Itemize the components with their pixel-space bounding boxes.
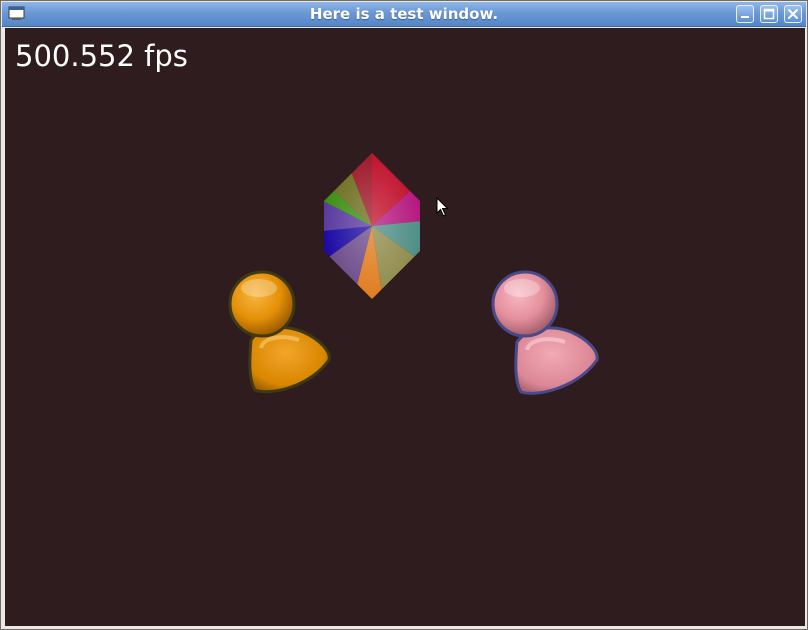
app-window: Here is a test window. 500.552 fps: [0, 0, 808, 630]
window-title: Here is a test window.: [309, 5, 499, 23]
render-canvas[interactable]: 500.552 fps: [5, 28, 805, 626]
buddy-orange-icon: [228, 270, 331, 394]
close-icon: [788, 9, 798, 19]
title-bar[interactable]: Here is a test window.: [2, 2, 806, 27]
maximize-icon: [763, 8, 775, 20]
gem-icon: [324, 153, 420, 299]
buddy-pink-icon: [491, 270, 599, 395]
minimize-button[interactable]: [736, 5, 754, 23]
close-button[interactable]: [784, 5, 802, 23]
minimize-icon: [741, 16, 749, 18]
maximize-button[interactable]: [760, 5, 778, 23]
fps-counter: 500.552 fps: [15, 39, 188, 73]
mouse-pointer-icon: [436, 197, 449, 217]
